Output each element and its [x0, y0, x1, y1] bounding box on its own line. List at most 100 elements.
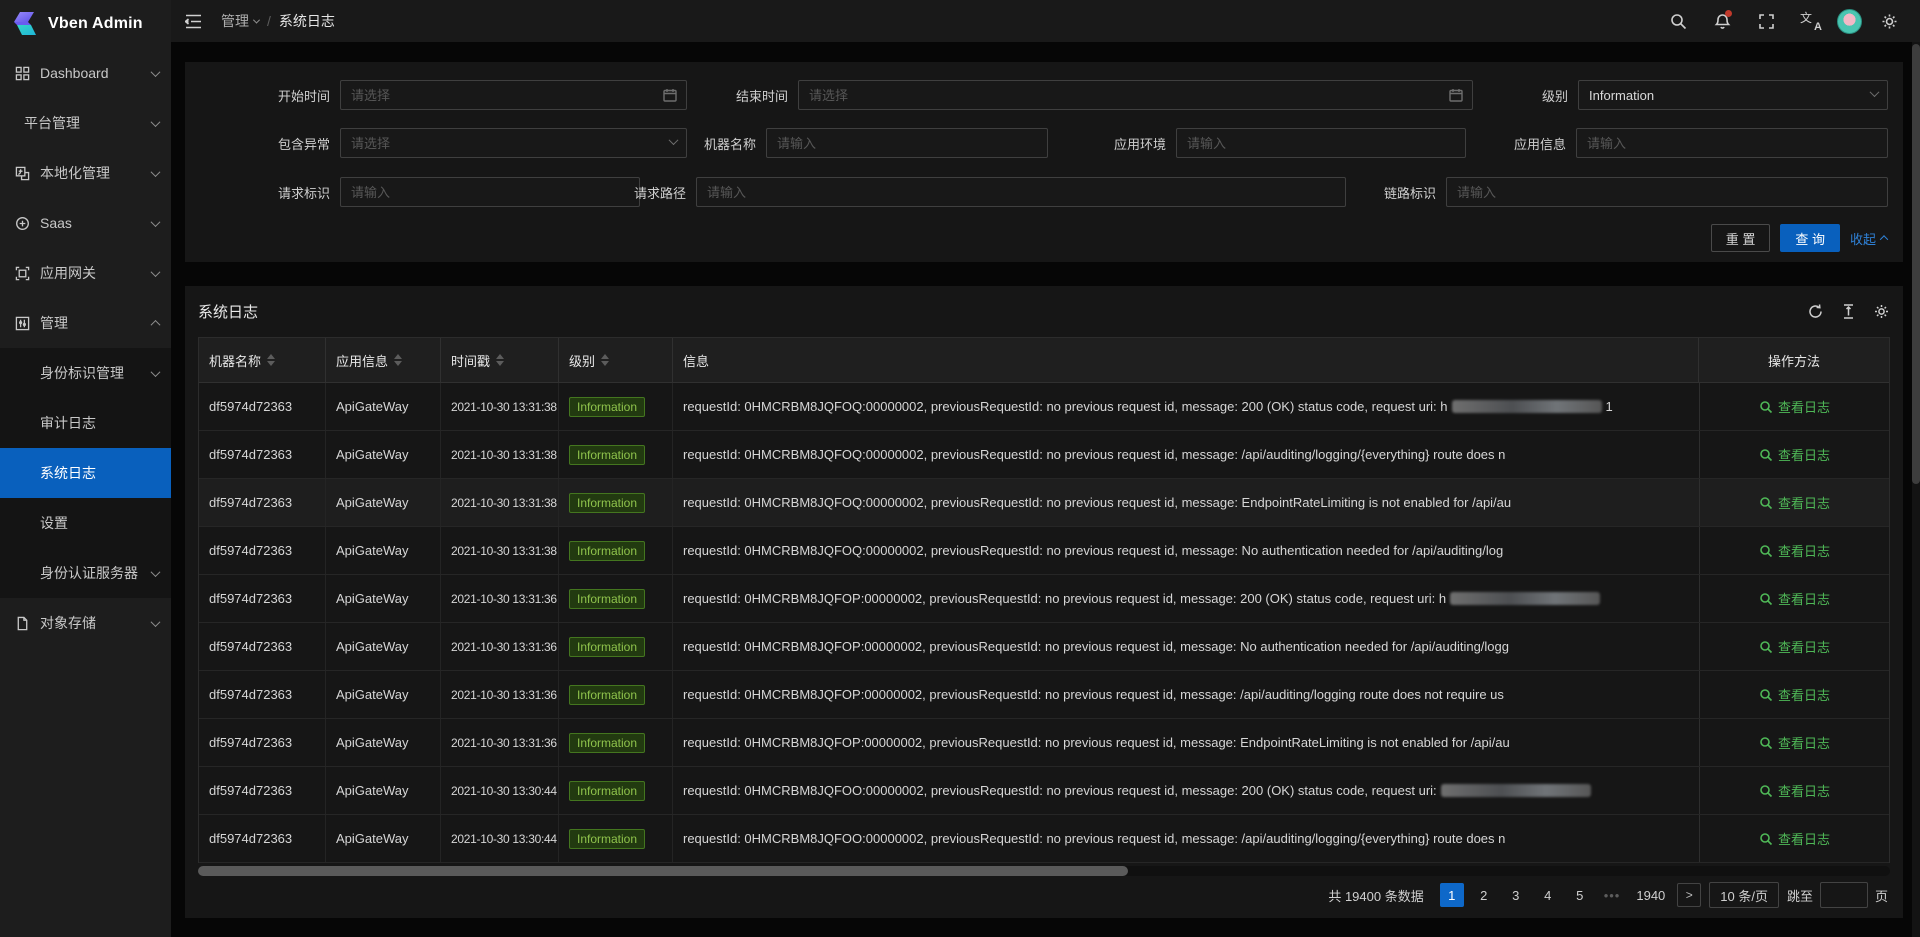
- sidebar-item-object-storage[interactable]: 对象存储: [0, 598, 171, 648]
- start-time-datepicker[interactable]: [340, 80, 687, 110]
- sidebar-item-identity-management[interactable]: 身份标识管理: [0, 348, 171, 398]
- table-row[interactable]: df5974d72363 ApiGateWay 2021-10-30 13:31…: [199, 431, 1889, 479]
- sidebar-item-saas[interactable]: Saas: [0, 198, 171, 248]
- reset-button[interactable]: 重 置: [1711, 224, 1771, 252]
- search-icon[interactable]: [1661, 4, 1695, 38]
- column-header-timestamp[interactable]: 时间戳: [441, 338, 559, 382]
- sidebar-item-management[interactable]: 管理: [0, 298, 171, 348]
- request-id-input[interactable]: [341, 178, 639, 206]
- cell-app-info: ApiGateWay: [326, 479, 441, 526]
- fullscreen-icon[interactable]: [1749, 4, 1783, 38]
- sidebar-item-auth-server[interactable]: 身份认证服务器: [0, 548, 171, 598]
- table-row[interactable]: df5974d72363 ApiGateWay 2021-10-30 13:31…: [199, 671, 1889, 719]
- jump-page-input[interactable]: [1820, 882, 1868, 908]
- table-row[interactable]: df5974d72363 ApiGateWay 2021-10-30 13:30…: [199, 815, 1889, 863]
- view-log-link[interactable]: 查看日志: [1759, 829, 1830, 848]
- sidebar-item-platform[interactable]: 平台管理: [0, 98, 171, 148]
- page-number[interactable]: 1940: [1632, 883, 1669, 907]
- sort-icon[interactable]: [394, 354, 402, 366]
- request-path-field[interactable]: [696, 177, 1346, 207]
- view-log-link[interactable]: 查看日志: [1759, 493, 1830, 512]
- app-env-input[interactable]: [1177, 129, 1465, 157]
- table-row[interactable]: df5974d72363 ApiGateWay 2021-10-30 13:31…: [199, 575, 1889, 623]
- page-number[interactable]: 5: [1568, 883, 1592, 907]
- table-row[interactable]: df5974d72363 ApiGateWay 2021-10-30 13:31…: [199, 479, 1889, 527]
- column-header-app[interactable]: 应用信息: [326, 338, 441, 382]
- app-info-input[interactable]: [1577, 129, 1887, 157]
- has-exception-select[interactable]: [340, 128, 687, 158]
- next-page-button[interactable]: >: [1677, 883, 1701, 907]
- translate-icon[interactable]: 文A: [1793, 4, 1827, 38]
- main-content: 开始时间 结束时间 级别 Information: [171, 42, 1920, 937]
- table-row[interactable]: df5974d72363 ApiGateWay 2021-10-30 13:31…: [199, 719, 1889, 767]
- view-log-link[interactable]: 查看日志: [1759, 541, 1830, 560]
- view-log-link[interactable]: 查看日志: [1759, 397, 1830, 416]
- app-env-field[interactable]: [1176, 128, 1466, 158]
- page-number[interactable]: 4: [1536, 883, 1560, 907]
- sidebar-item-audit-log[interactable]: 审计日志: [0, 398, 171, 448]
- sidebar-item-settings[interactable]: 设置: [0, 498, 171, 548]
- notification-bell-icon[interactable]: [1705, 4, 1739, 38]
- end-time-input[interactable]: [799, 81, 1472, 109]
- search-button[interactable]: 查 询: [1780, 224, 1840, 252]
- sort-icon[interactable]: [601, 354, 609, 366]
- vertical-scrollbar-thumb[interactable]: [1912, 44, 1920, 484]
- machine-name-input[interactable]: [767, 129, 1047, 157]
- sidebar: Vben Admin Dashboard 平台管理 本地化管理 Saas 应用网…: [0, 0, 171, 937]
- column-header-level[interactable]: 级别: [559, 338, 673, 382]
- settings-gear-icon[interactable]: [1872, 4, 1906, 38]
- table-row[interactable]: df5974d72363 ApiGateWay 2021-10-30 13:31…: [199, 383, 1889, 431]
- has-exception-input[interactable]: [341, 129, 686, 157]
- view-log-link[interactable]: 查看日志: [1759, 445, 1830, 464]
- user-avatar[interactable]: [1837, 9, 1862, 34]
- app-info-field[interactable]: [1576, 128, 1888, 158]
- sidebar-item-gateway[interactable]: 应用网关: [0, 248, 171, 298]
- table-row[interactable]: df5974d72363 ApiGateWay 2021-10-30 13:31…: [199, 623, 1889, 671]
- breadcrumb-parent[interactable]: 管理: [221, 11, 259, 31]
- column-settings-gear-icon[interactable]: [1873, 303, 1890, 320]
- sidebar-item-system-log[interactable]: 系统日志: [0, 448, 171, 498]
- view-log-link[interactable]: 查看日志: [1759, 637, 1830, 656]
- level-select[interactable]: Information: [1578, 80, 1888, 110]
- start-time-input[interactable]: [341, 81, 686, 109]
- machine-name-field[interactable]: [766, 128, 1048, 158]
- row-height-icon[interactable]: [1840, 303, 1857, 320]
- table-row[interactable]: df5974d72363 ApiGateWay 2021-10-30 13:30…: [199, 767, 1889, 815]
- page-size-select[interactable]: 10 条/页: [1709, 882, 1779, 908]
- cell-timestamp: 2021-10-30 13:31:36: [441, 719, 559, 766]
- cell-message: requestId: 0HMCRBM8JQFOP:00000002, previ…: [673, 575, 1700, 622]
- trace-id-input[interactable]: [1447, 178, 1887, 206]
- system-log-panel: 系统日志 机器名称 应用信息 时间戳: [185, 286, 1903, 918]
- column-header-machine[interactable]: 机器名称: [199, 338, 326, 382]
- collapse-link[interactable]: 收起: [1850, 229, 1887, 248]
- sidebar-item-dashboard[interactable]: Dashboard: [0, 48, 171, 98]
- trace-id-field[interactable]: [1446, 177, 1888, 207]
- horizontal-scrollbar-thumb[interactable]: [198, 866, 1128, 876]
- refresh-icon[interactable]: [1807, 303, 1824, 320]
- sidebar-item-localization[interactable]: 本地化管理: [0, 148, 171, 198]
- sort-icon[interactable]: [496, 354, 504, 366]
- horizontal-scrollbar[interactable]: [198, 866, 1890, 876]
- pagination: 共 19400 条数据 1 2 3 4 5 ••• 1940 > 10 条/页 …: [1328, 882, 1888, 908]
- request-path-input[interactable]: [697, 178, 1345, 206]
- cell-level: Information: [559, 383, 673, 430]
- view-log-link[interactable]: 查看日志: [1759, 781, 1830, 800]
- menu-fold-icon[interactable]: [185, 14, 213, 29]
- filter-panel: 开始时间 结束时间 级别 Information: [185, 62, 1903, 262]
- view-log-link[interactable]: 查看日志: [1759, 685, 1830, 704]
- cell-message: requestId: 0HMCRBM8JQFOO:00000002, previ…: [673, 767, 1700, 814]
- view-log-link[interactable]: 查看日志: [1759, 589, 1830, 608]
- request-id-field[interactable]: [340, 177, 640, 207]
- page-number[interactable]: •••: [1600, 883, 1625, 907]
- end-time-datepicker[interactable]: [798, 80, 1473, 110]
- vertical-scrollbar[interactable]: [1912, 42, 1920, 937]
- sort-icon[interactable]: [267, 354, 275, 366]
- page-number[interactable]: 1: [1440, 883, 1464, 907]
- view-log-link[interactable]: 查看日志: [1759, 733, 1830, 752]
- has-exception-label: 包含异常: [278, 134, 330, 153]
- page-number[interactable]: 2: [1472, 883, 1496, 907]
- table-row[interactable]: df5974d72363 ApiGateWay 2021-10-30 13:31…: [199, 527, 1889, 575]
- app-logo[interactable]: Vben Admin: [0, 0, 171, 48]
- redacted-blur: [1452, 400, 1602, 413]
- page-number[interactable]: 3: [1504, 883, 1528, 907]
